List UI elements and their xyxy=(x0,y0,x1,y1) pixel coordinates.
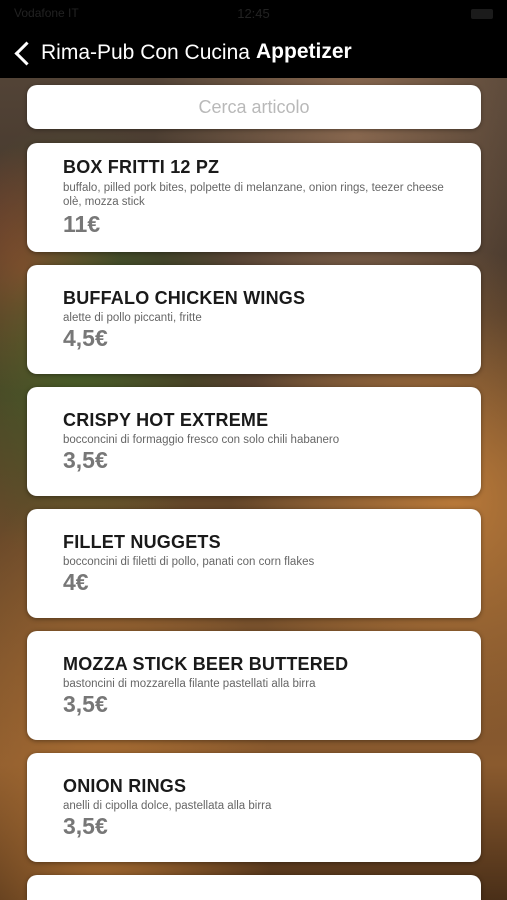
item-price: 11€ xyxy=(63,211,101,237)
menu-item-card[interactable]: BOX FRITTI 12 PZ buffalo, pilled pork bi… xyxy=(27,143,481,252)
item-price: 3,5€ xyxy=(63,691,108,717)
item-price: 3,5€ xyxy=(63,813,108,839)
item-description: buffalo, pilled pork bites, polpette di … xyxy=(63,182,444,208)
item-name: ONION RINGS xyxy=(63,776,187,796)
menu-item-card[interactable]: ONION RINGS anelli di cipolla dolce, pas… xyxy=(27,753,481,862)
clock: 12:45 xyxy=(237,6,270,21)
menu-item-card[interactable]: BUFFALO CHICKEN WINGS alette di pollo pi… xyxy=(27,265,481,374)
menu-item-card[interactable]: CRISPY HOT EXTREME bocconcini di formagg… xyxy=(27,387,481,496)
item-name: CRISPY HOT EXTREME xyxy=(63,410,269,430)
menu-item-card-partial[interactable] xyxy=(27,875,481,900)
chevron-left-icon xyxy=(14,40,39,66)
item-description: alette di pollo piccanti, fritte xyxy=(63,312,202,324)
item-name: BUFFALO CHICKEN WINGS xyxy=(63,288,306,308)
item-description: bocconcini di filetti di pollo, panati c… xyxy=(63,556,315,568)
item-name: BOX FRITTI 12 PZ xyxy=(63,157,220,177)
search-bar xyxy=(27,85,481,129)
back-button-label: Rima-Pub Con Cucina xyxy=(41,41,250,64)
search-input[interactable] xyxy=(27,85,481,129)
navigation-bar: Rima-Pub Con Cucina Appetizer xyxy=(0,28,507,78)
battery-icon xyxy=(471,9,493,19)
back-button[interactable]: Rima-Pub Con Cucina xyxy=(10,36,250,70)
menu-item-card[interactable]: FILLET NUGGETS bocconcini di filetti di … xyxy=(27,509,481,618)
page-title: Appetizer xyxy=(256,40,352,63)
item-price: 4€ xyxy=(63,569,89,595)
item-price: 4,5€ xyxy=(63,325,108,351)
status-bar: Vodafone IT 12:45 xyxy=(0,0,507,28)
item-name: MOZZA STICK BEER BUTTERED xyxy=(63,654,349,674)
item-description: bocconcini di formaggio fresco con solo … xyxy=(63,434,340,446)
menu-item-card[interactable]: MOZZA STICK BEER BUTTERED bastoncini di … xyxy=(27,631,481,740)
item-name: FILLET NUGGETS xyxy=(63,532,221,552)
item-price: 3,5€ xyxy=(63,447,108,473)
item-description: bastoncini di mozzarella filante pastell… xyxy=(63,678,316,690)
item-description: anelli di cipolla dolce, pastellata alla… xyxy=(63,800,272,812)
